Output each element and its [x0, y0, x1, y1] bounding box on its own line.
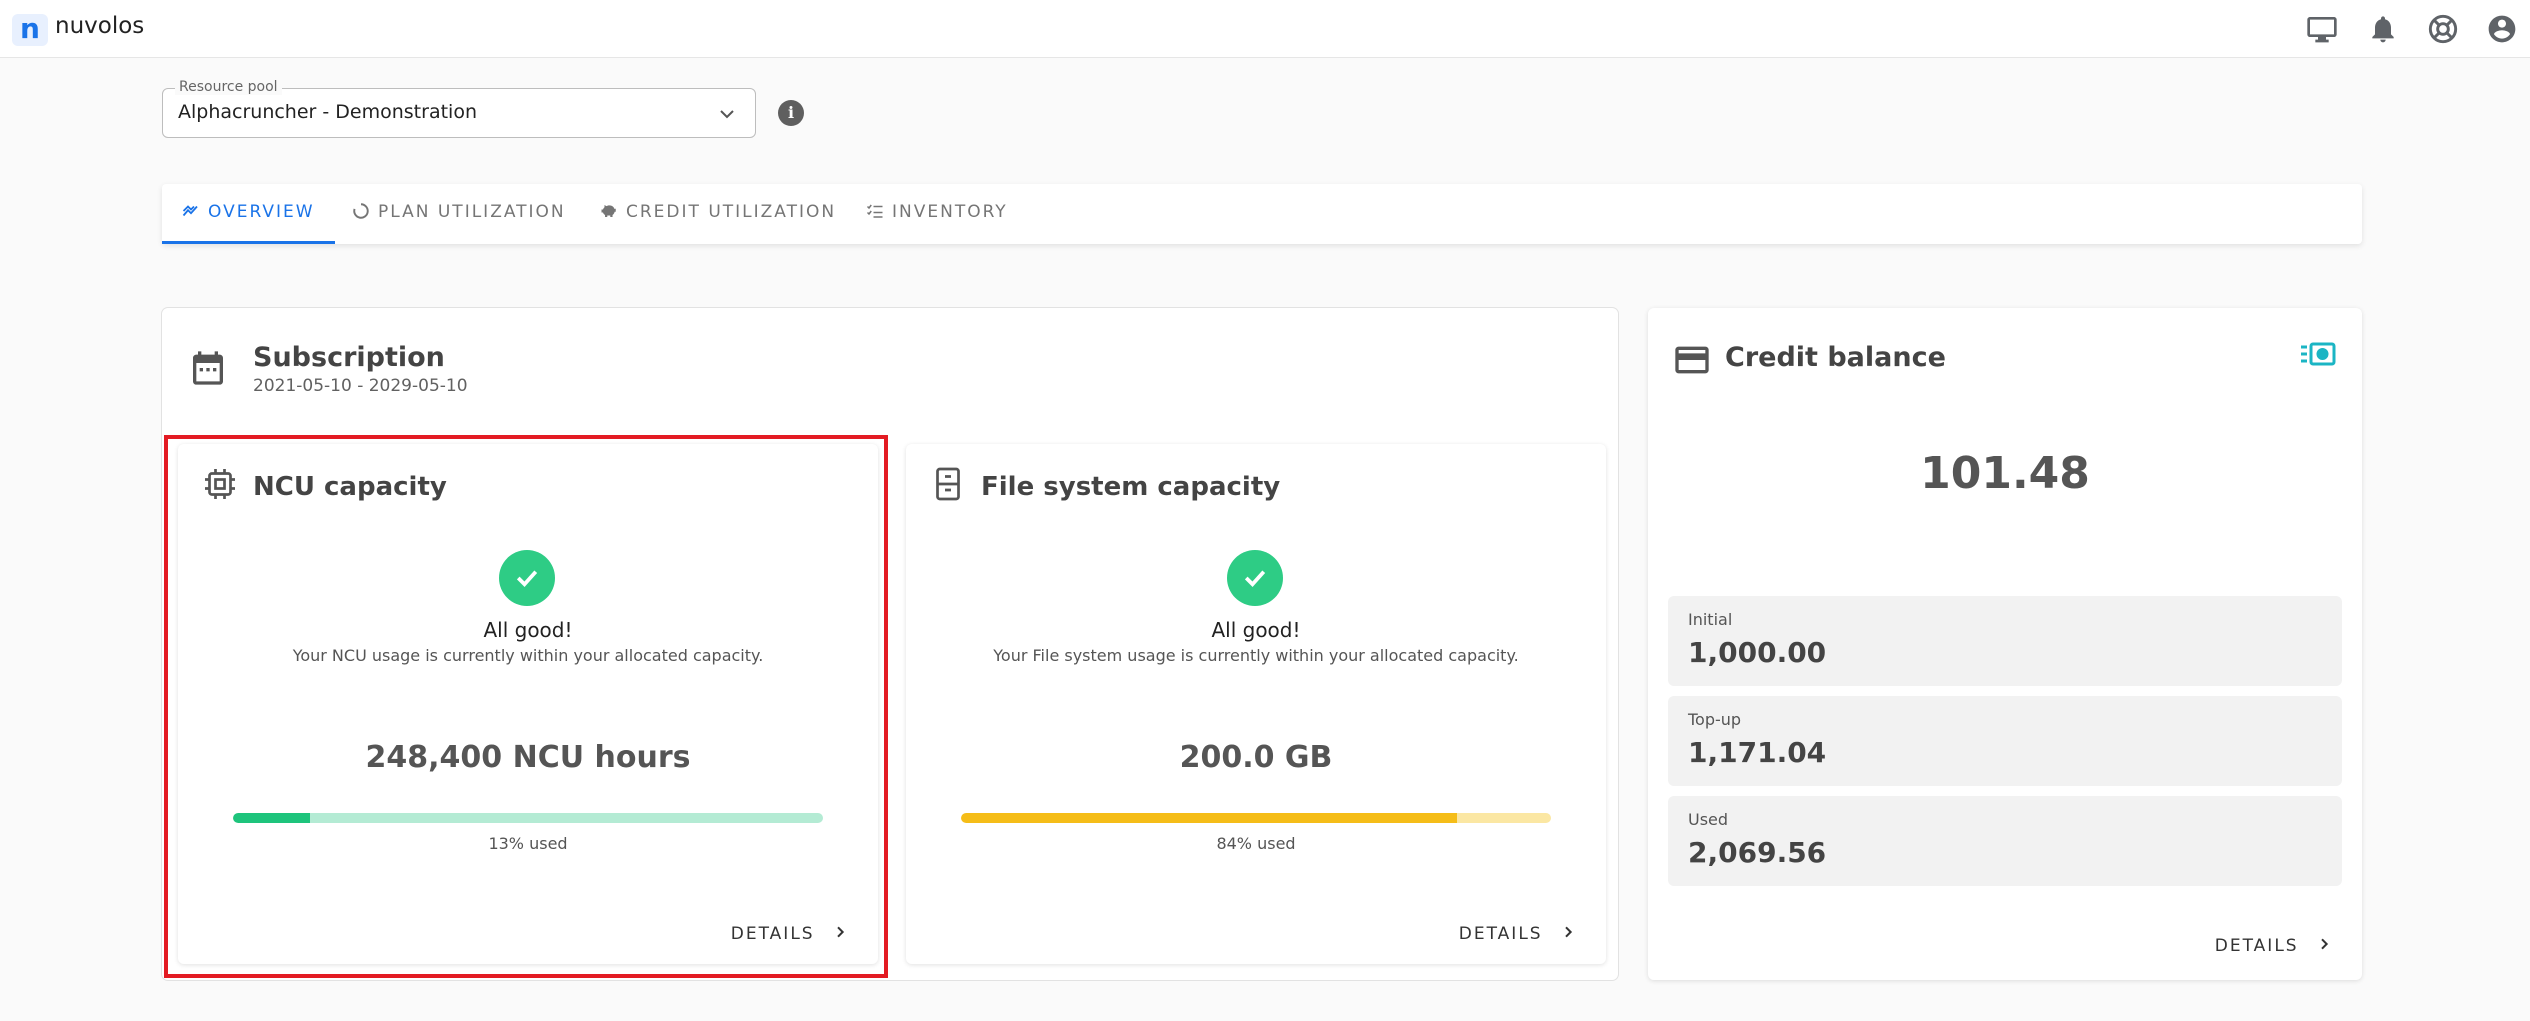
- details-label: DETAILS: [2214, 936, 2299, 956]
- top-bar: n nuvolos: [0, 0, 2530, 58]
- chevron-right-icon: [2316, 936, 2332, 952]
- credit-balance-title: Credit balance: [1725, 342, 1946, 373]
- fs-usage-bar: [961, 813, 1551, 823]
- credit-row-value: 2,069.56: [1688, 836, 1827, 869]
- check-icon: [499, 550, 555, 606]
- chevron-right-icon: [832, 924, 848, 940]
- fs-details-button[interactable]: DETAILS: [1459, 924, 1576, 944]
- account-icon[interactable]: [2486, 13, 2518, 45]
- calendar-icon: [188, 348, 228, 388]
- tab-plan-utilization[interactable]: PLAN UTILIZATION: [352, 184, 566, 244]
- file-system-capacity-card: File system capacity All good! Your File…: [906, 444, 1606, 964]
- tab-bar: OVERVIEW PLAN UTILIZATION CREDIT UTILIZA…: [162, 184, 2362, 244]
- info-icon[interactable]: i: [778, 100, 804, 126]
- ncu-used-label: 13% used: [488, 834, 568, 853]
- credit-row-label: Initial: [1688, 610, 1733, 629]
- ncu-capacity-card: NCU capacity All good! Your NCU usage is…: [178, 444, 878, 964]
- ncu-usage-fill: [233, 813, 310, 823]
- credit-balance-value: 101.48: [1920, 448, 2090, 499]
- fs-used-label: 84% used: [1216, 834, 1296, 853]
- resource-pool-value[interactable]: Alphacruncher - Demonstration: [178, 101, 477, 123]
- ncu-usage-bar: [233, 813, 823, 823]
- credit-row-label: Used: [1688, 810, 1729, 829]
- chevron-right-icon: [1560, 924, 1576, 940]
- subscription-title: Subscription: [253, 342, 445, 373]
- fs-status-message: Your File system usage is currently with…: [993, 646, 1519, 665]
- resource-pool-select[interactable]: Resource pool Alphacruncher - Demonstrat…: [162, 79, 756, 138]
- ncu-details-button[interactable]: DETAILS: [731, 924, 848, 944]
- credit-details-button[interactable]: DETAILS: [2215, 936, 2332, 956]
- cpu-chip-icon: [202, 466, 238, 502]
- subscription-dates: 2021-05-10 - 2029-05-10: [253, 376, 468, 396]
- tab-overview[interactable]: OVERVIEW: [162, 184, 335, 244]
- details-label: DETAILS: [730, 924, 815, 944]
- fs-usage-fill: [961, 813, 1457, 823]
- piggy-bank-icon: [600, 202, 618, 220]
- circle-progress-icon: [352, 202, 370, 220]
- credit-balance-card: Credit balance 101.48 Initial 1,000.00 T…: [1648, 308, 2362, 980]
- credit-row-topup: Top-up 1,171.04: [1668, 696, 2342, 786]
- credit-row-value: 1,000.00: [1688, 636, 1827, 669]
- tab-credit-utilization[interactable]: CREDIT UTILIZATION: [600, 184, 836, 244]
- ncu-amount: 248,400 NCU hours: [365, 740, 691, 775]
- lifebuoy-icon[interactable]: [2427, 13, 2459, 45]
- nuvolos-logo[interactable]: n: [12, 14, 48, 46]
- file-system-capacity-title: File system capacity: [981, 472, 1281, 502]
- fs-status: All good!: [1211, 618, 1301, 642]
- bell-icon[interactable]: [2367, 13, 2399, 45]
- tab-inventory[interactable]: INVENTORY: [866, 184, 1008, 244]
- brand-name[interactable]: nuvolos: [55, 13, 144, 39]
- tab-label: PLAN UTILIZATION: [378, 202, 566, 222]
- check-icon: [1227, 550, 1283, 606]
- ncu-capacity-title: NCU capacity: [253, 472, 447, 502]
- resource-pool-label: Resource pool: [175, 79, 282, 95]
- chevron-down-icon[interactable]: [715, 102, 739, 126]
- ncu-status: All good!: [483, 618, 573, 642]
- monitor-icon[interactable]: [2306, 13, 2338, 45]
- details-label: DETAILS: [1458, 924, 1543, 944]
- credit-row-label: Top-up: [1688, 710, 1742, 729]
- credit-row-value: 1,171.04: [1688, 736, 1827, 769]
- cash-icon[interactable]: [2300, 340, 2336, 368]
- tab-label: CREDIT UTILIZATION: [626, 202, 837, 222]
- credit-row-used: Used 2,069.56: [1668, 796, 2342, 886]
- ncu-status-message: Your NCU usage is currently within your …: [292, 646, 764, 665]
- tab-label: OVERVIEW: [208, 202, 315, 222]
- file-cabinet-icon: [930, 466, 966, 502]
- chart-line-icon: [182, 202, 200, 220]
- credit-row-initial: Initial 1,000.00: [1668, 596, 2342, 686]
- fs-amount: 200.0 GB: [1179, 740, 1333, 775]
- checklist-icon: [866, 202, 884, 220]
- tab-label: INVENTORY: [892, 202, 1008, 222]
- credit-card-icon: [1672, 340, 1712, 380]
